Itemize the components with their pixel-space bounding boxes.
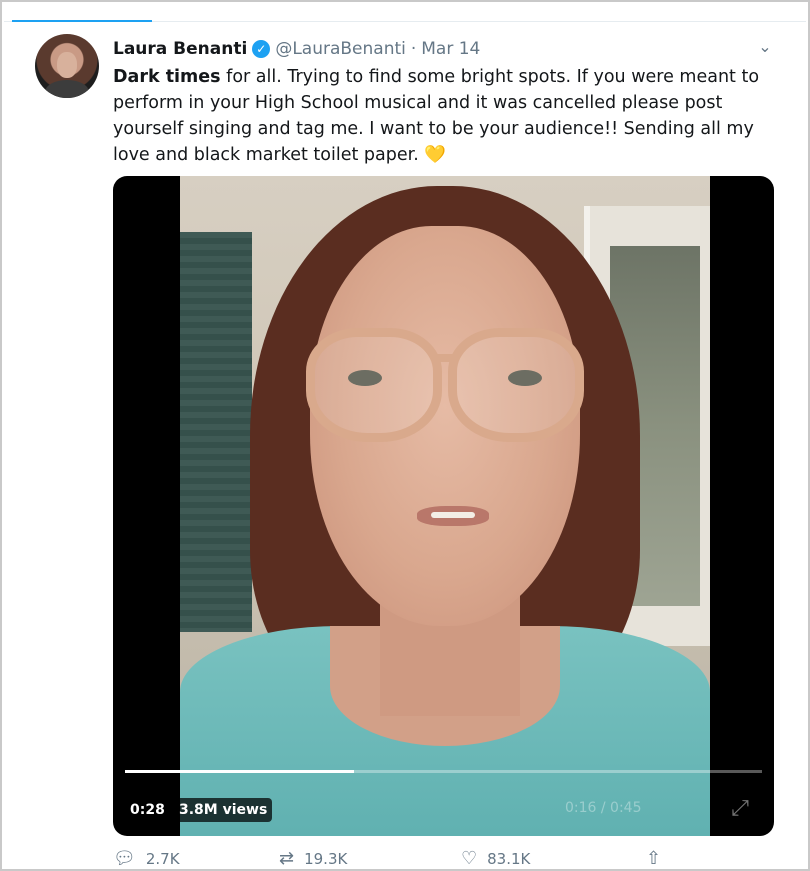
person-glasses: [300, 328, 590, 442]
author-name[interactable]: Laura Benanti: [113, 39, 247, 59]
avatar-face: [57, 52, 77, 78]
share-button[interactable]: ⇧: [646, 850, 661, 868]
person-left-eye: [348, 370, 382, 386]
video-player[interactable]: 0:28 3.8M views 0:16 / 0:45 ⤢: [113, 176, 774, 836]
active-tab-indicator: [12, 20, 152, 22]
header-separator: ·: [410, 39, 417, 59]
yellow-heart-emoji: 💛: [424, 145, 447, 165]
tweet-text-bold: Dark times: [113, 67, 221, 87]
reply-button[interactable]: 💬︎ 2.7K: [113, 848, 180, 869]
reply-count: 2.7K: [145, 850, 180, 868]
video-views-badge: 3.8M views: [174, 798, 273, 822]
reply-icon: 💬︎: [113, 848, 136, 869]
tweet-actions: 💬︎ 2.7K ⇄ 19.3K ♡ 83.1K ⇧: [113, 848, 673, 869]
person-mouth: [417, 506, 489, 526]
author-handle[interactable]: @LauraBenanti: [275, 39, 406, 59]
expand-icon[interactable]: ⤢: [727, 796, 753, 822]
tweet-text: Dark times for all. Trying to find some …: [113, 64, 773, 168]
like-count: 83.1K: [487, 850, 531, 868]
avatar[interactable]: [35, 34, 99, 98]
verified-badge-icon: ✓: [252, 40, 271, 58]
video-progress-fill: [125, 770, 355, 773]
video-elapsed-badge: 0:28: [125, 798, 170, 822]
video-overlay-time: 0:16 / 0:45: [565, 800, 642, 816]
video-frame[interactable]: [180, 176, 710, 836]
background-shutter: [180, 232, 252, 632]
person-right-eye: [508, 370, 542, 386]
glasses-left-lens: [306, 328, 442, 442]
tweet-header: Laura Benanti ✓ @LauraBenanti · Mar 14: [113, 38, 480, 60]
tab-strip: [4, 4, 806, 22]
like-button[interactable]: ♡ 83.1K: [461, 848, 531, 869]
share-icon: ⇧: [646, 848, 662, 869]
video-progress-bar[interactable]: [125, 770, 762, 773]
retweet-button[interactable]: ⇄ 19.3K: [279, 848, 348, 869]
retweet-count: 19.3K: [304, 850, 348, 868]
heart-icon: ♡: [461, 848, 478, 869]
retweet-icon: ⇄: [279, 848, 295, 869]
tweet-screenshot-frame: Laura Benanti ✓ @LauraBenanti · Mar 14 ⌄…: [0, 0, 810, 871]
chevron-down-icon[interactable]: ⌄: [754, 36, 776, 58]
avatar-body: [45, 80, 89, 98]
tweet-date[interactable]: Mar 14: [421, 39, 480, 59]
